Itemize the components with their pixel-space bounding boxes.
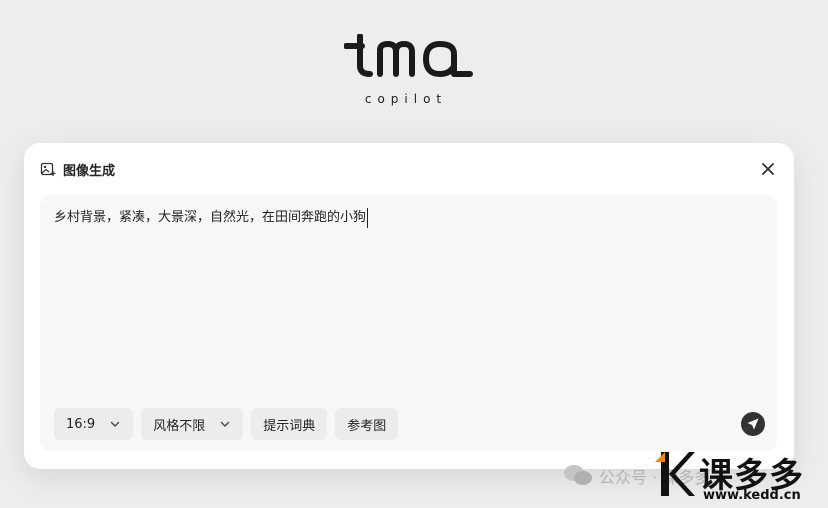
ima-logo: copilot (344, 34, 476, 106)
close-icon (762, 163, 774, 175)
style-value: 风格不限 (153, 418, 206, 434)
watermark-url: www.kedd.cn (703, 488, 801, 503)
prompt-editor[interactable]: 乡村背景，紧凑，大景深，自然光，在田间奔跑的小狗 16:9 风格不限 提示词典 … (40, 195, 777, 451)
reference-image-button[interactable]: 参考图 (335, 408, 399, 440)
image-generation-dialog: 图像生成 乡村背景，紧凑，大景深，自然光，在田间奔跑的小狗 16:9 风格不限 … (24, 143, 794, 469)
send-icon (747, 418, 759, 430)
aspect-ratio-value: 16:9 (66, 416, 96, 432)
image-generate-icon (40, 162, 56, 176)
send-button[interactable] (741, 412, 765, 436)
logo-subtitle: copilot (364, 92, 448, 106)
wechat-icon (564, 465, 592, 485)
watermark: 公众号 · 课多多 课多多 www.kedd.cn (563, 448, 828, 508)
prompt-input[interactable]: 乡村背景，紧凑，大景深，自然光，在田间奔跑的小狗 (54, 208, 369, 228)
close-button[interactable] (758, 159, 778, 179)
prompt-dictionary-button[interactable]: 提示词典 (251, 408, 328, 440)
generation-toolbar: 16:9 风格不限 提示词典 参考图 (54, 408, 399, 440)
aspect-ratio-select[interactable]: 16:9 (54, 408, 134, 440)
chevron-down-icon (221, 421, 230, 427)
dialog-header: 图像生成 (40, 159, 115, 179)
kedd-logo-icon (655, 452, 695, 496)
dialog-title: 图像生成 (63, 163, 116, 179)
ima-wordmark (344, 34, 473, 77)
style-select[interactable]: 风格不限 (141, 408, 244, 440)
chevron-down-icon (111, 421, 120, 427)
